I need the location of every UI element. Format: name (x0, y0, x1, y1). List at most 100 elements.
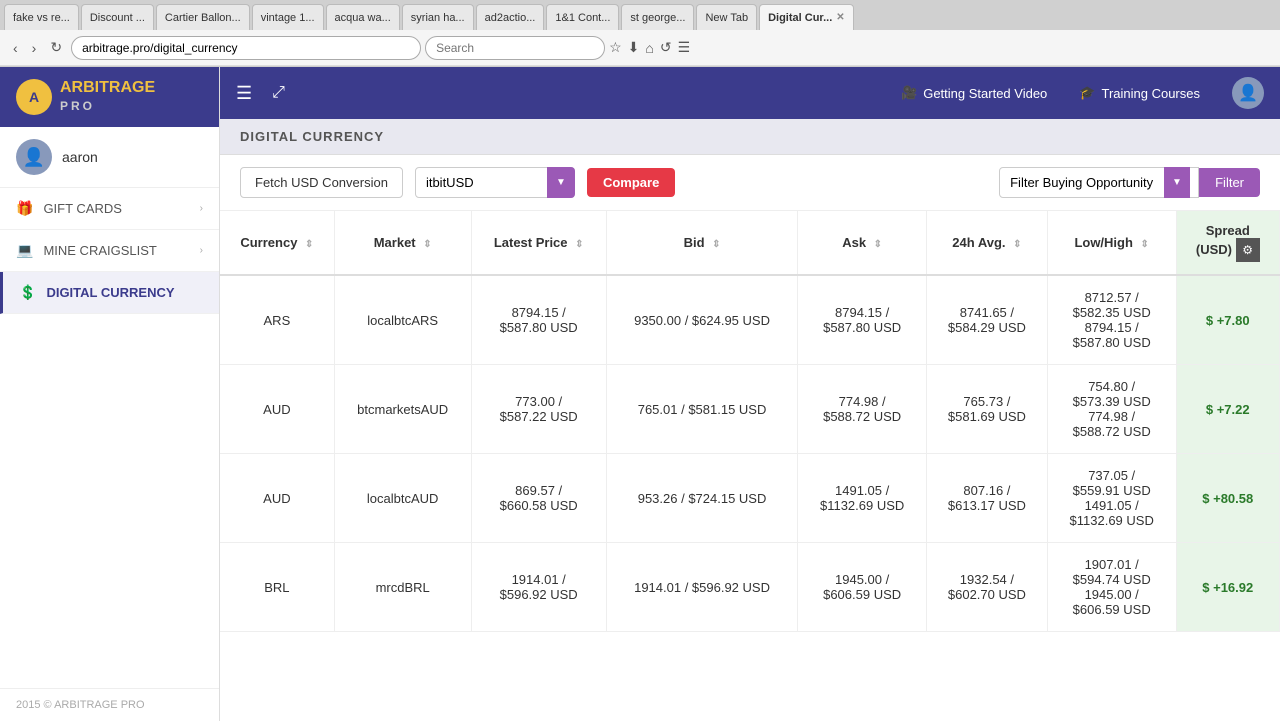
search-bar[interactable] (425, 36, 605, 60)
filter-button[interactable]: Filter (1199, 168, 1260, 197)
sidebar-footer: 2015 © ARBITRAGE PRO (0, 688, 219, 721)
app-container: A ARBITRAGE PRO 👤 aaron 🎁 GIFT CARDS › 💻… (0, 67, 1280, 721)
menu-icon[interactable]: ☰ (678, 39, 691, 56)
fetch-usd-button[interactable]: Fetch USD Conversion (240, 167, 403, 198)
col-header-low-high: Low/High ⇕ (1047, 211, 1176, 275)
filter-wrapper: Filter Buying Opportunity All Best Sprea… (999, 167, 1260, 198)
avatar: 👤 (16, 139, 52, 175)
cell-bid: 9350.00 / $624.95 USD (606, 275, 798, 365)
tab-bar: fake vs re... Discount ... Cartier Ballo… (0, 0, 1280, 30)
page-content: DIGITAL CURRENCY Fetch USD Conversion it… (220, 119, 1280, 721)
cell-latest-price: 8794.15 / $587.80 USD (471, 275, 606, 365)
cell-latest-price: 869.57 / $660.58 USD (471, 454, 606, 543)
compare-button[interactable]: Compare (587, 168, 675, 197)
tab-acqua[interactable]: acqua wa... (326, 4, 400, 30)
col-header-currency: Currency ⇕ (220, 211, 334, 275)
monitor-icon: 💻 (16, 242, 33, 259)
table-row: AUDbtcmarketsAUD773.00 / $587.22 USD765.… (220, 365, 1280, 454)
sort-icon[interactable]: ⇕ (712, 239, 720, 250)
cell-market: mrcdBRL (334, 543, 471, 632)
cell-currency: ARS (220, 275, 334, 365)
main-content: ☰ ⤢ 🎥 Getting Started Video 🎓 Training C… (220, 67, 1280, 721)
tab-vintage[interactable]: vintage 1... (252, 4, 324, 30)
tab-syrian[interactable]: syrian ha... (402, 4, 474, 30)
page-title: DIGITAL CURRENCY (240, 129, 1260, 144)
cell-market: localbtcARS (334, 275, 471, 365)
cell-ask: 774.98 / $588.72 USD (798, 365, 927, 454)
expand-icon[interactable]: ⤢ (272, 84, 285, 102)
cell-currency: AUD (220, 454, 334, 543)
table-row: ARSlocalbtcARS8794.15 / $587.80 USD9350.… (220, 275, 1280, 365)
user-nav-icon[interactable]: 👤 (1232, 77, 1264, 109)
close-icon[interactable]: ✕ (836, 12, 844, 23)
tab-fake[interactable]: fake vs re... (4, 4, 79, 30)
address-bar[interactable] (71, 36, 421, 60)
cell-24h-avg: 765.73 / $581.69 USD (926, 365, 1047, 454)
cell-bid: 1914.01 / $596.92 USD (606, 543, 798, 632)
user-name-label: aaron (62, 149, 98, 165)
sidebar-item-label: DIGITAL CURRENCY (46, 285, 174, 300)
tab-cartier[interactable]: Cartier Ballon... (156, 4, 250, 30)
home-icon[interactable]: ⌂ (645, 40, 653, 56)
cell-spread: $ +80.58 (1176, 454, 1280, 543)
getting-started-link[interactable]: 🎥 Getting Started Video (901, 85, 1047, 101)
reload-button[interactable]: ↻ (45, 37, 67, 58)
cell-bid: 765.01 / $581.15 USD (606, 365, 798, 454)
cell-latest-price: 1914.01 / $596.92 USD (471, 543, 606, 632)
table-row: BRLmrcdBRL1914.01 / $596.92 USD1914.01 /… (220, 543, 1280, 632)
tab-1and1[interactable]: 1&1 Cont... (546, 4, 619, 30)
download-icon[interactable]: ⬇ (628, 39, 640, 56)
sidebar-item-mine-craigslist[interactable]: 💻 MINE CRAIGSLIST › (0, 230, 219, 272)
cell-bid: 953.26 / $724.15 USD (606, 454, 798, 543)
col-header-spread: Spread(USD) ⚙ (1176, 211, 1280, 275)
cell-low-high: 1907.01 / $594.74 USD 1945.00 / $606.59 … (1047, 543, 1176, 632)
logo-text: ARBITRAGE PRO (60, 79, 155, 114)
svg-text:A: A (29, 89, 39, 105)
sort-icon[interactable]: ⇕ (575, 239, 583, 250)
cell-low-high: 737.05 / $559.91 USD 1491.05 / $1132.69 … (1047, 454, 1176, 543)
back-button[interactable]: ‹ (8, 38, 23, 58)
hamburger-icon[interactable]: ☰ (236, 83, 252, 104)
table-body: ARSlocalbtcARS8794.15 / $587.80 USD9350.… (220, 275, 1280, 632)
forward-button[interactable]: › (27, 38, 42, 58)
cell-market: btcmarketsAUD (334, 365, 471, 454)
sort-icon[interactable]: ⇕ (1013, 239, 1021, 250)
training-courses-link[interactable]: 🎓 Training Courses (1079, 85, 1200, 101)
col-header-ask: Ask ⇕ (798, 211, 927, 275)
cell-24h-avg: 1932.54 / $602.70 USD (926, 543, 1047, 632)
logo-icon: A (16, 79, 52, 115)
table-header-row: Currency ⇕ Market ⇕ Latest Price ⇕ Bid ⇕… (220, 211, 1280, 275)
filter-select[interactable]: Filter Buying Opportunity All Best Sprea… (999, 167, 1199, 198)
col-header-market: Market ⇕ (334, 211, 471, 275)
col-header-24h-avg: 24h Avg. ⇕ (926, 211, 1047, 275)
cell-ask: 1491.05 / $1132.69 USD (798, 454, 927, 543)
logo-area: A ARBITRAGE PRO (0, 67, 219, 127)
sidebar-item-label: MINE CRAIGSLIST (43, 243, 156, 258)
sort-icon[interactable]: ⇕ (305, 239, 313, 250)
bookmark-icon[interactable]: ☆ (609, 39, 622, 56)
spread-settings-button[interactable]: ⚙ (1236, 238, 1260, 262)
cell-24h-avg: 8741.65 / $584.29 USD (926, 275, 1047, 365)
currency-icon: 💲 (19, 284, 36, 301)
chevron-right-icon: › (200, 245, 203, 256)
sidebar-item-digital-currency[interactable]: 💲 DIGITAL CURRENCY (0, 272, 219, 314)
cell-spread: $ +7.80 (1176, 275, 1280, 365)
browser-nav-icons: ☆ ⬇ ⌂ ↺ ☰ (609, 39, 690, 56)
cell-ask: 1945.00 / $606.59 USD (798, 543, 927, 632)
tab-digital-currency[interactable]: Digital Cur... ✕ (759, 4, 854, 30)
col-header-bid: Bid ⇕ (606, 211, 798, 275)
video-icon: 🎥 (901, 85, 917, 101)
sidebar-item-gift-cards[interactable]: 🎁 GIFT CARDS › (0, 188, 219, 230)
tab-stgeorge[interactable]: st george... (621, 4, 694, 30)
sort-icon[interactable]: ⇕ (423, 239, 431, 250)
tab-discount[interactable]: Discount ... (81, 4, 154, 30)
sort-icon[interactable]: ⇕ (1141, 239, 1149, 250)
cell-low-high: 754.80 / $573.39 USD 774.98 / $588.72 US… (1047, 365, 1176, 454)
tab-newtab[interactable]: New Tab (696, 4, 757, 30)
cell-ask: 8794.15 / $587.80 USD (798, 275, 927, 365)
exchange-select[interactable]: itbitUSD coinbaseUSD bitstampUSD (415, 167, 575, 198)
refresh-icon[interactable]: ↺ (660, 39, 672, 56)
sort-icon[interactable]: ⇕ (874, 239, 882, 250)
tab-ad2[interactable]: ad2actio... (476, 4, 545, 30)
chevron-right-icon: › (200, 203, 203, 214)
